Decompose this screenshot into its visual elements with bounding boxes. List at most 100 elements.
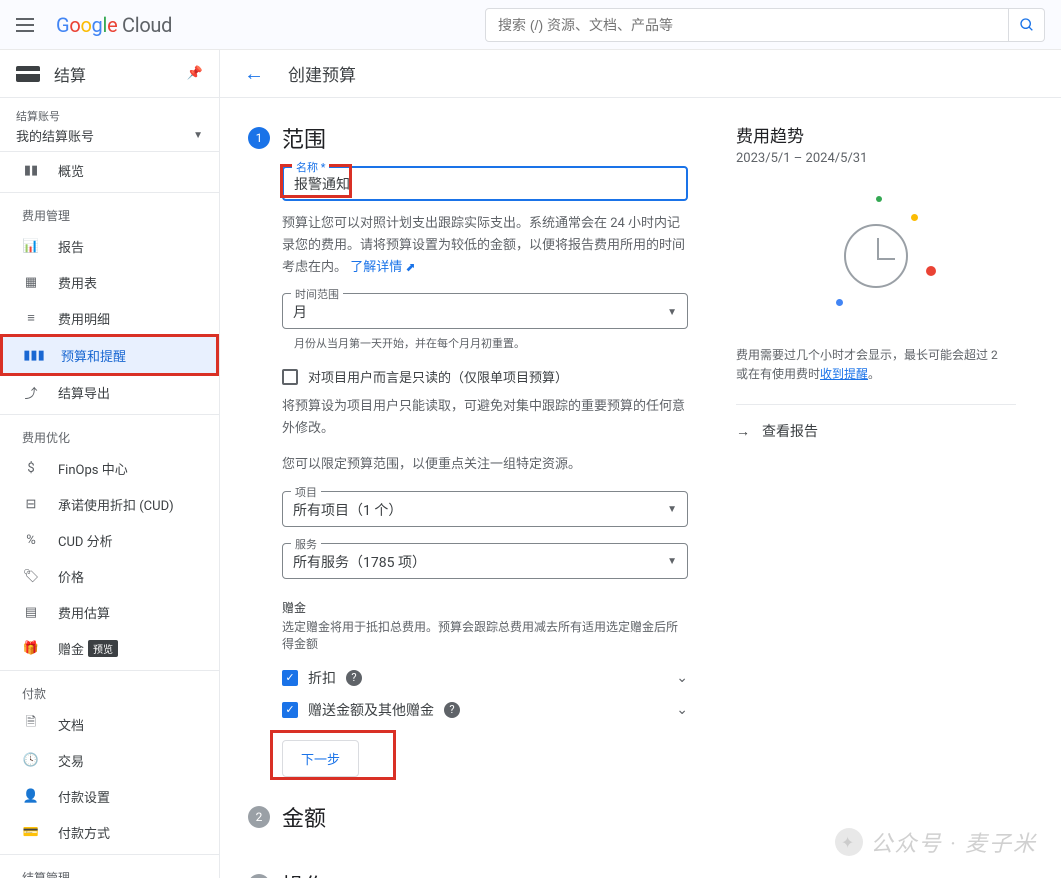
tag-icon: 🏷	[22, 569, 40, 584]
time-range-field[interactable]: 时间范围 月 ▼	[282, 293, 688, 329]
gift-icon: 🎁	[22, 641, 40, 656]
trend-message: 费用需要过几个小时才会显示，最长可能会超过 2 或在有使用费时收到提醒。	[736, 346, 1016, 384]
step-2-title: 金额	[282, 801, 326, 833]
readonly-description: 将预算设为项目用户只能读取，可避免对集中跟踪的重要预算的任何意外修改。	[282, 396, 688, 440]
trend-date-range: 2023/5/1 – 2024/5/31	[736, 151, 1016, 166]
dropdown-icon: ▼	[193, 130, 203, 141]
account-label: 结算账号	[16, 108, 203, 124]
readonly-label: 对项目用户而言是只读的（仅限单项目预算）	[308, 367, 568, 386]
page-header: ← 创建预算	[220, 50, 1061, 98]
credits-description: 选定赠金将用于抵扣总费用。预算会跟踪总费用减去所有适用选定赠金后所得金额	[282, 618, 688, 652]
clock-icon: 🕓	[22, 753, 40, 768]
step-3-title: 操作	[282, 869, 326, 878]
hamburger-menu-icon[interactable]	[16, 13, 40, 37]
sidebar: 结算 📌 结算账号 我的结算账号 ▼ ▮▮概览 费用管理 📊报告 ▦费用表 ≡费…	[0, 50, 220, 878]
learn-more-link[interactable]: 了解详情	[350, 260, 402, 275]
readonly-checkbox[interactable]	[282, 369, 298, 385]
doc-icon: 🗎	[22, 713, 40, 735]
search-icon	[1019, 17, 1035, 33]
billing-icon	[16, 66, 40, 82]
time-range-label: 时间范围	[291, 286, 343, 302]
back-arrow-icon[interactable]: ←	[244, 61, 264, 86]
sidebar-item-reports[interactable]: 📊报告	[0, 228, 219, 264]
sidebar-item-cud[interactable]: ⊟承诺使用折扣 (CUD)	[0, 486, 219, 522]
name-field[interactable]: 名称 *	[282, 166, 688, 201]
project-value: 所有项目（1 个）	[293, 500, 667, 520]
clock-illustration	[816, 196, 936, 316]
sidebar-group-cost-mgmt: 费用管理	[0, 197, 219, 228]
dropdown-icon: ▼	[667, 504, 677, 515]
sidebar-item-finops[interactable]: $FinOps 中心	[0, 450, 219, 486]
discount-label: 折扣	[308, 668, 336, 688]
project-label: 项目	[291, 484, 321, 500]
dropdown-icon: ▼	[667, 556, 677, 567]
card-icon: 💳	[22, 825, 40, 840]
chevron-down-icon[interactable]: ⌄	[676, 702, 688, 718]
page-title: 创建预算	[288, 61, 356, 86]
top-bar: Google Cloud	[0, 0, 1061, 50]
sidebar-group-payment: 付款	[0, 675, 219, 706]
sidebar-item-credits[interactable]: 🎁赠金预览	[0, 630, 219, 666]
help-icon[interactable]: ?	[444, 702, 460, 718]
search-input[interactable]	[485, 8, 1009, 42]
step-1-title: 范围	[282, 122, 326, 154]
discount-checkbox[interactable]: ✓	[282, 670, 298, 686]
dropdown-icon: ▼	[667, 307, 677, 318]
percent-icon: %	[22, 533, 40, 548]
sidebar-item-payment-settings[interactable]: 👤付款设置	[0, 778, 219, 814]
credits-label: 赠金	[282, 599, 688, 616]
time-range-value: 月	[293, 302, 667, 322]
other-credits-checkbox[interactable]: ✓	[282, 702, 298, 718]
step-3-header[interactable]: 3 操作	[248, 869, 688, 878]
person-icon: 👤	[22, 789, 40, 804]
other-credits-label: 赠送金额及其他赠金	[308, 700, 434, 720]
sidebar-item-export[interactable]: ⤴结算导出	[0, 374, 219, 410]
sidebar-item-cost-estimate[interactable]: ▤费用估算	[0, 594, 219, 630]
sidebar-item-transactions[interactable]: 🕓交易	[0, 742, 219, 778]
scope-description: 您可以限定预算范围，以便重点关注一组特定资源。	[282, 454, 688, 476]
sidebar-item-cost-breakdown[interactable]: ≡费用明细	[0, 300, 219, 336]
account-value: 我的结算账号	[16, 126, 94, 145]
service-value: 所有服务（1785 项）	[293, 552, 667, 572]
calculator-icon: ▤	[22, 605, 40, 620]
sidebar-item-cost-table[interactable]: ▦费用表	[0, 264, 219, 300]
chevron-down-icon[interactable]: ⌄	[676, 670, 688, 686]
preview-badge: 预览	[88, 640, 118, 657]
budget-icon: ▮▮▮	[25, 348, 43, 363]
list-icon: ≡	[22, 310, 40, 326]
dollar-icon: $	[22, 461, 40, 476]
search-button[interactable]	[1009, 8, 1045, 42]
trend-panel: 费用趋势 2023/5/1 – 2024/5/31 费用需要过几个小时才会显示，…	[736, 122, 1016, 878]
sidebar-item-cud-analysis[interactable]: %CUD 分析	[0, 522, 219, 558]
step-2-header[interactable]: 2 金额	[248, 801, 688, 833]
chart-icon: 📊	[22, 239, 40, 254]
step-2-badge: 2	[248, 806, 270, 828]
service-field[interactable]: 服务 所有服务（1785 项） ▼	[282, 543, 688, 579]
trend-title: 费用趋势	[736, 122, 1016, 147]
trend-alert-link[interactable]: 收到提醒	[820, 367, 868, 381]
sidebar-item-docs[interactable]: 🗎文档	[0, 706, 219, 742]
sidebar-item-overview[interactable]: ▮▮概览	[0, 152, 219, 188]
sidebar-title: 结算	[54, 62, 187, 86]
sidebar-item-pricing[interactable]: 🏷价格	[0, 558, 219, 594]
sidebar-group-billing-mgmt: 结算管理	[0, 859, 219, 878]
help-icon[interactable]: ?	[346, 670, 362, 686]
sidebar-header: 结算 📌	[0, 50, 219, 98]
budget-description: 预算让您可以对照计划支出跟踪实际支出。系统通常会在 24 小时内记录您的费用。请…	[282, 213, 688, 279]
project-field[interactable]: 项目 所有项目（1 个） ▼	[282, 491, 688, 527]
sidebar-item-payment-method[interactable]: 💳付款方式	[0, 814, 219, 850]
account-selector[interactable]: 结算账号 我的结算账号 ▼	[0, 98, 219, 152]
view-report-link[interactable]: → 查看报告	[736, 404, 1016, 441]
sidebar-group-cost-opt: 费用优化	[0, 419, 219, 450]
discount-icon: ⊟	[22, 497, 40, 512]
wechat-icon: ✦	[835, 828, 863, 856]
name-input[interactable]	[294, 176, 676, 192]
step-1-header: 1 范围	[248, 122, 688, 154]
pin-icon[interactable]: 📌	[187, 66, 203, 81]
search-container	[485, 8, 1045, 42]
arrow-right-icon: →	[736, 423, 750, 440]
bar-chart-icon: ▮▮	[22, 163, 40, 178]
next-button[interactable]: 下一步	[282, 740, 359, 777]
sidebar-item-budgets[interactable]: ▮▮▮预算和提醒	[3, 337, 216, 373]
google-cloud-logo[interactable]: Google Cloud	[56, 13, 172, 37]
